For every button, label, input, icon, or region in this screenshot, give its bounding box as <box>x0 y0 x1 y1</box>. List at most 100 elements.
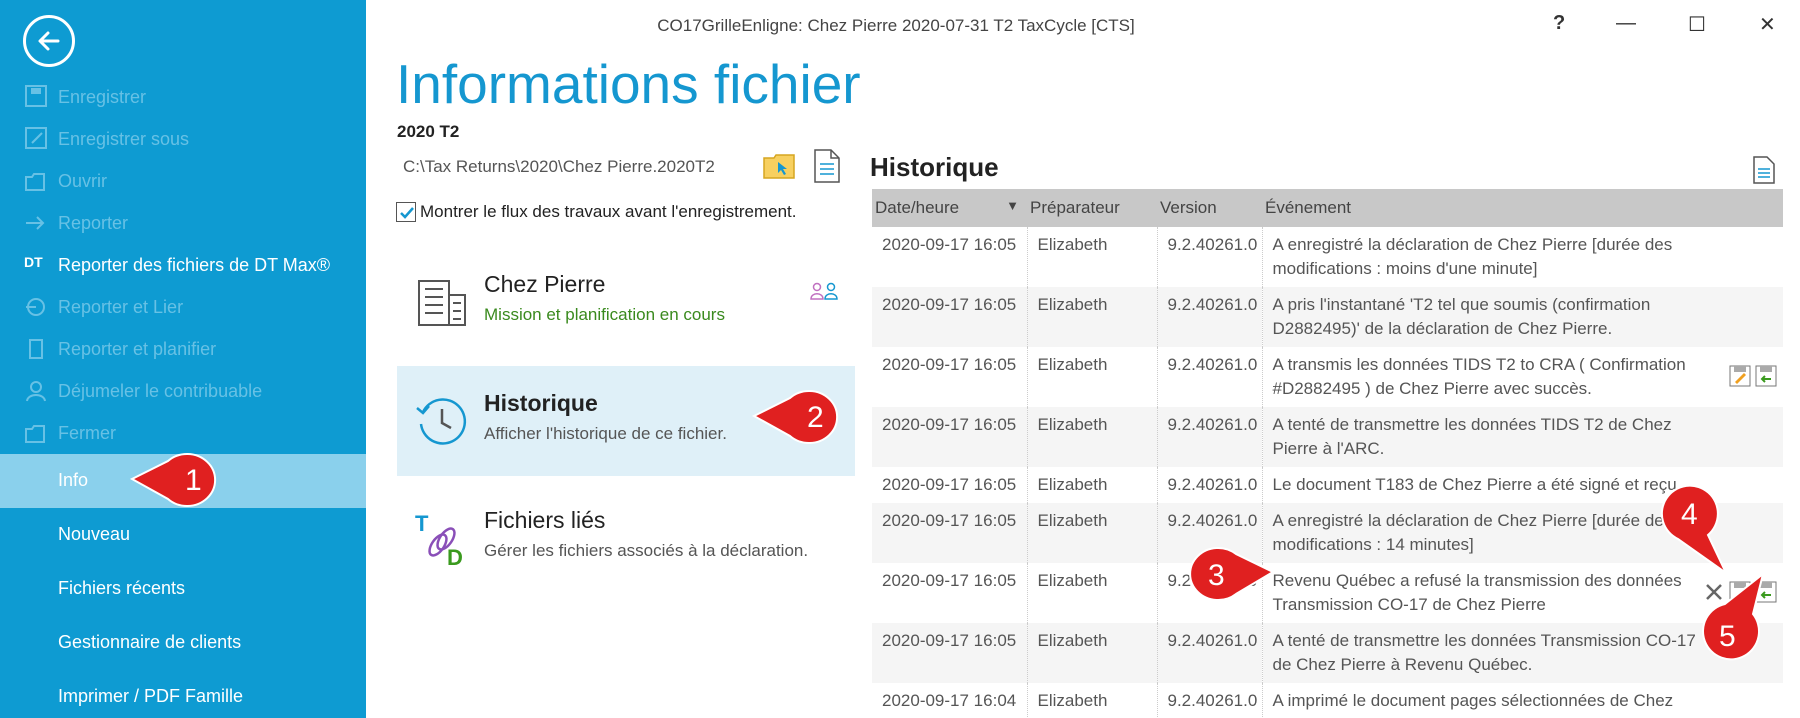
cell-version: 9.2.40261.0 <box>1157 623 1263 683</box>
sort-desc-icon: ▼ <box>1006 198 1019 213</box>
cell-date: 2020-09-17 16:05 <box>872 563 1028 623</box>
card-title: Chez Pierre <box>484 271 606 297</box>
cell-date: 2020-09-17 16:05 <box>872 347 1028 407</box>
sidebar-item-save-as[interactable]: Enregistrer sous <box>0 119 366 159</box>
cell-version: 9.2.40261.0 <box>1157 683 1263 718</box>
file-path: C:\Tax Returns\2020\Chez Pierre.2020T2 <box>403 157 715 176</box>
save-as-icon <box>25 127 47 149</box>
history-title: Historique <box>870 152 999 182</box>
cell-preparer: Elizabeth <box>1027 227 1158 287</box>
cell-version: 9.2.40261.0 <box>1157 467 1263 503</box>
svg-text:4: 4 <box>1681 498 1698 531</box>
callout-5: 5 <box>1702 572 1765 661</box>
close-button[interactable]: ✕ <box>1759 12 1776 37</box>
document-icon[interactable] <box>813 149 841 183</box>
arrow-left-icon <box>38 31 60 51</box>
sidebar-item-open[interactable]: Ouvrir <box>0 161 366 201</box>
callout-3: 3 <box>1189 547 1275 601</box>
table-row[interactable]: 2020-09-17 16:05 Elizabeth 9.2.40261.0 A… <box>872 623 1783 683</box>
table-row[interactable]: 2020-09-17 16:04 Elizabeth 9.2.40261.0 A… <box>872 683 1783 718</box>
svg-text:2: 2 <box>807 401 824 434</box>
dt-icon: DT <box>24 254 43 270</box>
cell-preparer: Elizabeth <box>1027 623 1158 683</box>
unlink-person-icon <box>26 381 46 402</box>
table-row[interactable]: 2020-09-17 16:05 Elizabeth 9.2.40261.0 A… <box>872 503 1783 563</box>
edit-save-icon[interactable] <box>1729 365 1751 387</box>
sidebar-item-label: Info <box>58 470 89 490</box>
table-row[interactable]: 2020-09-17 16:05 Elizabeth 9.2.40261.0 A… <box>872 287 1783 347</box>
carry-link-icon <box>26 298 45 316</box>
table-row[interactable]: 2020-09-17 16:05 Elizabeth 9.2.40261.0 A… <box>872 347 1783 407</box>
cell-version: 9.2.40261.0 <box>1157 407 1263 467</box>
page-title: Informations fichier <box>396 53 861 115</box>
sidebar-item-recent-files[interactable]: Fichiers récents <box>0 568 366 608</box>
cell-event: A transmis les données TIDS T2 to CRA ( … <box>1262 347 1783 407</box>
column-header-event[interactable]: Événement <box>1262 189 1783 227</box>
sidebar-item-label: Gestionnaire de clients <box>58 632 242 652</box>
close-folder-icon <box>25 425 45 443</box>
column-header-date[interactable]: Date/heure ▼ <box>872 189 1027 227</box>
sidebar-item-new[interactable]: Nouveau <box>0 514 366 554</box>
cell-preparer: Elizabeth <box>1027 683 1158 718</box>
table-row[interactable]: 2020-09-17 16:05 Elizabeth 9.2.40261.0 R… <box>872 563 1783 623</box>
event-text: A transmis les données TIDS T2 to CRA ( … <box>1272 355 1686 398</box>
help-button[interactable]: ? <box>1553 12 1565 35</box>
sidebar-item-label: Enregistrer <box>58 87 147 107</box>
table-row[interactable]: 2020-09-17 16:05 Elizabeth 9.2.40261.0 A… <box>872 227 1783 287</box>
sidebar-item-label: Déjumeler le contribuable <box>58 381 263 401</box>
sidebar-item-dt-max[interactable]: DT Reporter des fichiers de DT Max® <box>0 245 366 285</box>
sidebar-item-carry-forward[interactable]: Reporter <box>0 203 366 243</box>
sidebar: Enregistrer Enregistrer sous Ouvrir Repo… <box>0 0 366 718</box>
table-row[interactable]: 2020-09-17 16:05 Elizabeth 9.2.40261.0 A… <box>872 407 1783 467</box>
sidebar-item-print-family[interactable]: Imprimer / PDF Famille <box>0 676 366 716</box>
sidebar-item-close[interactable]: Fermer <box>0 413 366 453</box>
workflow-checkbox[interactable]: Montrer le flux des travaux avant l'enre… <box>396 202 796 222</box>
table-row[interactable]: 2020-09-17 16:05 Elizabeth 9.2.40261.0 L… <box>872 467 1783 503</box>
cell-date: 2020-09-17 16:04 <box>872 683 1028 718</box>
cell-preparer: Elizabeth <box>1027 563 1158 623</box>
sidebar-item-unlink-taxpayer[interactable]: Déjumeler le contribuable <box>0 371 366 411</box>
cell-version: 9.2.40261.0 <box>1157 347 1263 407</box>
cell-date: 2020-09-17 16:05 <box>872 503 1028 563</box>
open-folder-location-icon[interactable] <box>763 153 795 179</box>
sidebar-item-label: Reporter et planifier <box>58 339 217 359</box>
window-title: CO17GrilleEnligne: Chez Pierre 2020-07-3… <box>657 16 1135 35</box>
checkmark-icon <box>400 207 414 219</box>
sidebar-item-client-manager[interactable]: Gestionnaire de clients <box>0 622 366 662</box>
cell-date: 2020-09-17 16:05 <box>872 407 1028 467</box>
column-header-version[interactable]: Version <box>1157 189 1262 227</box>
workflow-checkbox-label: Montrer le flux des travaux avant l'enre… <box>420 202 797 221</box>
minimize-button[interactable]: — <box>1616 12 1636 35</box>
card-client[interactable]: Chez Pierre Mission et planification en … <box>397 247 855 357</box>
cell-date: 2020-09-17 16:05 <box>872 623 1028 683</box>
cell-date: 2020-09-17 16:05 <box>872 467 1028 503</box>
back-button[interactable] <box>23 15 75 67</box>
cell-preparer: Elizabeth <box>1027 287 1158 347</box>
sidebar-item-label: Enregistrer sous <box>58 129 190 149</box>
history-table: Date/heure ▼ Préparateur Version Événeme… <box>872 189 1783 718</box>
card-linked-files[interactable]: T D Fichiers liés Gérer les fichiers ass… <box>397 483 855 593</box>
export-document-icon[interactable] <box>1752 156 1776 184</box>
cell-preparer: Elizabeth <box>1027 347 1158 407</box>
maximize-button[interactable]: ☐ <box>1688 12 1706 37</box>
building-icon <box>418 280 466 326</box>
card-subtitle: Mission et planification en cours <box>484 305 725 324</box>
history-icon <box>416 398 467 445</box>
column-header-preparer[interactable]: Préparateur <box>1027 189 1157 227</box>
svg-text:3: 3 <box>1208 559 1225 592</box>
restore-save-icon[interactable] <box>1755 365 1777 387</box>
sidebar-item-carry-plan[interactable]: Reporter et planifier <box>0 329 366 369</box>
people-icon[interactable] <box>809 282 839 300</box>
card-subtitle: Gérer les fichiers associés à la déclara… <box>484 541 809 560</box>
sidebar-item-label: Reporter des fichiers de DT Max® <box>58 255 331 275</box>
cell-date: 2020-09-17 16:05 <box>872 287 1028 347</box>
title-bar: CO17GrilleEnligne: Chez Pierre 2020-07-3… <box>366 0 1800 52</box>
callout-1: 1 <box>130 453 217 507</box>
cell-event: A pris l'instantané 'T2 tel que soumis (… <box>1262 287 1783 347</box>
card-title: Historique <box>484 390 598 416</box>
open-icon <box>25 173 45 191</box>
sidebar-item-save[interactable]: Enregistrer <box>0 77 366 117</box>
carry-forward-icon <box>26 216 45 230</box>
sidebar-item-carry-link[interactable]: Reporter et Lier <box>0 287 366 327</box>
checkbox-box[interactable] <box>396 202 416 222</box>
